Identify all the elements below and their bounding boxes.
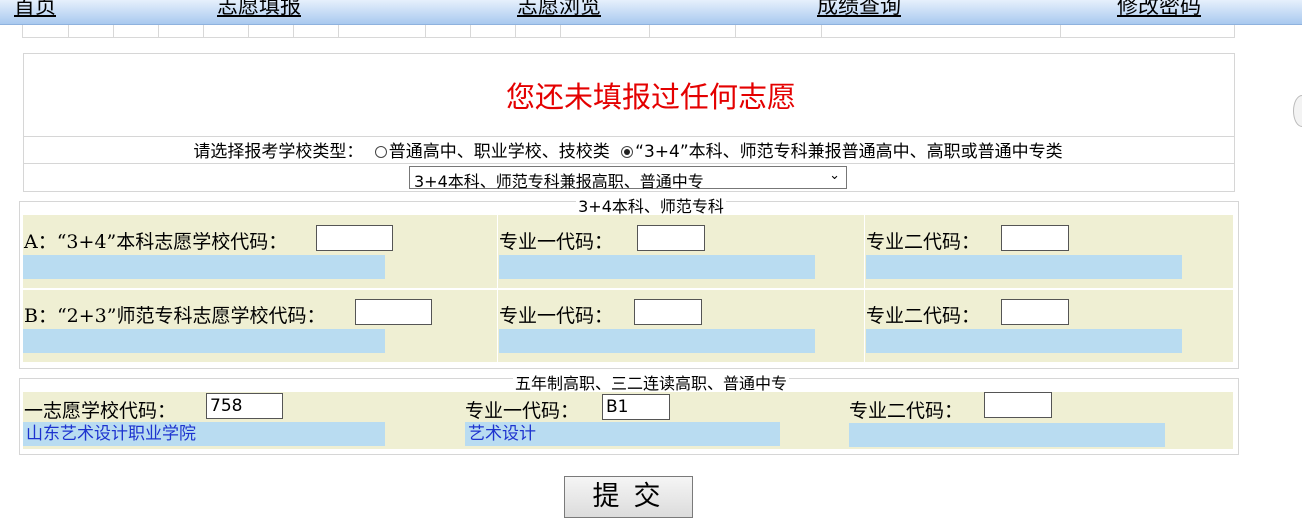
- submit-button[interactable]: 提交: [564, 476, 693, 518]
- row-a-major1-name: [499, 255, 815, 279]
- row-a-school-name: [23, 255, 385, 279]
- top-nav-bar: 首页 志愿填报 志愿浏览 成绩查询 修改密码: [0, 0, 1302, 25]
- vocational-major2-code-input[interactable]: [984, 392, 1052, 418]
- row-b-school-label: B：“2+3”师范专科志愿学校代码：: [24, 305, 326, 327]
- row-a-school-code-input[interactable]: [316, 225, 393, 251]
- radio-undergrad-combined-label[interactable]: “3+4”本科、师范专科兼报普通高中、高职或普通中专类: [635, 142, 1063, 162]
- school-type-select[interactable]: 3+4本科、师范专科兼报高职、普通中专 ⌄: [409, 166, 847, 191]
- row-a-major1-code-input[interactable]: [637, 225, 705, 251]
- vocational-major1-name: 艺术设计: [465, 422, 780, 446]
- nav-change-password-link[interactable]: 修改密码: [1117, 0, 1201, 20]
- vocational-school-name: 山东艺术设计职业学院: [23, 422, 385, 446]
- row-b-major1-code-input[interactable]: [634, 299, 702, 325]
- nav-score-query-link[interactable]: 成绩查询: [817, 0, 901, 20]
- chevron-down-icon: ⌄: [829, 168, 840, 183]
- row-b-school-code-input[interactable]: [355, 299, 432, 325]
- empty-table-strip: [22, 25, 1235, 38]
- section-undergrad-legend: 3+4本科、师范专科: [576, 197, 726, 216]
- row-b-major2-name: [866, 329, 1182, 353]
- row-b-school-name: [23, 329, 385, 353]
- vocational-major1-label: 专业一代码：: [465, 400, 580, 422]
- radio-general-school-label[interactable]: 普通高中、职业学校、技校类: [389, 142, 610, 162]
- row-b-major2-code-input[interactable]: [1001, 299, 1069, 325]
- row-a-school-label: A：“3+4”本科志愿学校代码：: [24, 231, 288, 253]
- school-type-prompt: 请选择报考学校类型：: [193, 142, 364, 162]
- vocational-school-label: 一志愿学校代码：: [24, 400, 177, 422]
- scroll-handle[interactable]: [1293, 95, 1302, 127]
- radio-undergrad-combined[interactable]: [621, 146, 634, 158]
- vocational-major2-name: [849, 423, 1165, 447]
- row-b-major1-label: 专业一代码：: [499, 305, 614, 327]
- nav-home-link[interactable]: 首页: [14, 0, 56, 20]
- row-a-major2-code-input[interactable]: [1001, 225, 1069, 251]
- nav-fill-wishes-link[interactable]: 志愿填报: [217, 0, 301, 20]
- row-b-major1-name: [499, 329, 815, 353]
- school-type-select-value: 3+4本科、师范专科兼报高职、普通中专: [414, 172, 704, 191]
- nav-browse-wishes-link[interactable]: 志愿浏览: [517, 0, 601, 20]
- row-a-major1-label: 专业一代码：: [499, 231, 614, 253]
- no-wishes-notice: 您还未填报过任何志愿: [505, 80, 796, 114]
- row-b-major2-label: 专业二代码：: [866, 305, 981, 327]
- row-a-major2-name: [866, 255, 1182, 279]
- vocational-major1-code-input[interactable]: B1: [602, 394, 670, 420]
- radio-general-school[interactable]: [374, 146, 387, 158]
- vocational-major2-label: 专业二代码：: [849, 400, 964, 422]
- row-a-major2-label: 专业二代码：: [866, 231, 981, 253]
- section-vocational-legend: 五年制高职、三二连读高职、普通中专: [512, 374, 789, 393]
- school-type-row: 请选择报考学校类型： 普通高中、职业学校、技校类 “3+4”本科、师范专科兼报普…: [23, 137, 1233, 162]
- vocational-school-code-input[interactable]: 758: [206, 393, 283, 419]
